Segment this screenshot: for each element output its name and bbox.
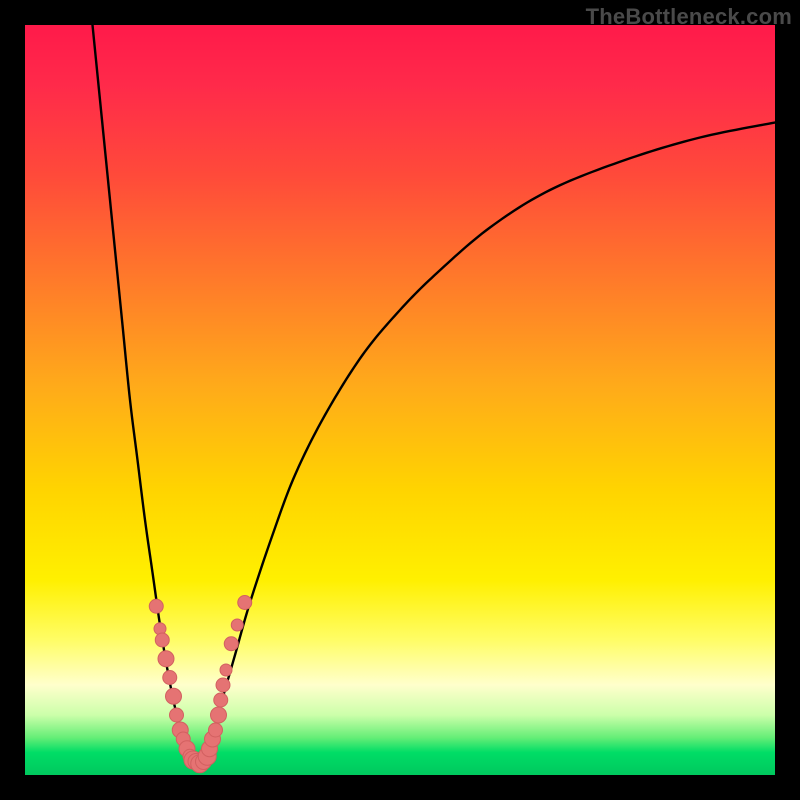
marker-dot <box>238 596 252 610</box>
marker-dot <box>220 664 232 676</box>
marker-dot <box>211 707 227 723</box>
watermark-text: TheBottleneck.com <box>586 4 792 30</box>
marker-dot <box>209 723 223 737</box>
marker-dot <box>224 637 238 651</box>
marker-dot <box>158 651 174 667</box>
marker-layer <box>25 25 775 775</box>
outer-frame: TheBottleneck.com <box>0 0 800 800</box>
marker-dot <box>155 633 169 647</box>
marker-cluster <box>149 596 252 773</box>
marker-dot <box>231 619 243 631</box>
marker-dot <box>163 671 177 685</box>
marker-dot <box>166 688 182 704</box>
marker-dot <box>214 693 228 707</box>
marker-dot <box>216 678 230 692</box>
marker-dot <box>170 708 184 722</box>
plot-area <box>25 25 775 775</box>
marker-dot <box>149 599 163 613</box>
